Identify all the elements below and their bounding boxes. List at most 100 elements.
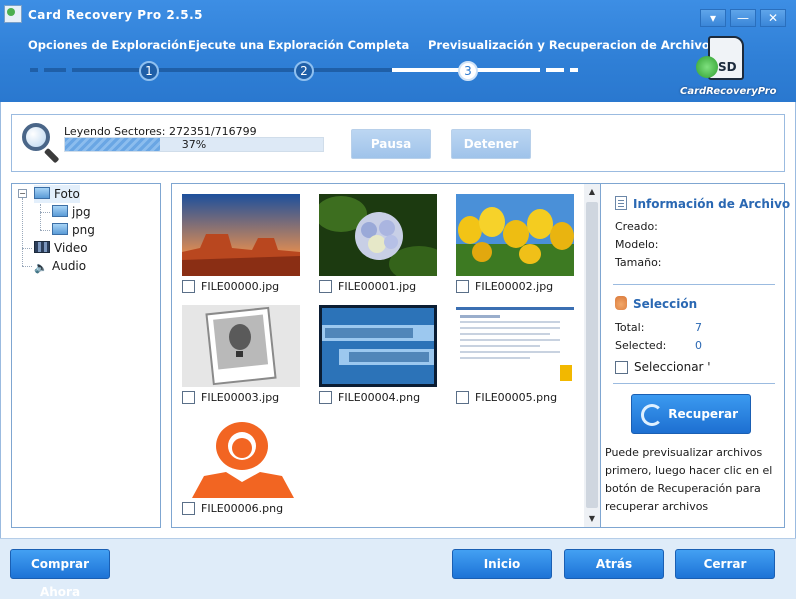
step-3-circle: 3 — [458, 61, 478, 81]
title-bar: Card Recovery Pro 2.5.5 ▾ — ✕ Opciones d… — [0, 0, 796, 102]
file-name: FILE00006.png — [201, 502, 284, 515]
file-thumbnail[interactable]: FILE00000.jpg — [182, 194, 300, 294]
file-info-panel: Información de Archivo Creado: Modelo: T… — [601, 183, 790, 528]
photo-icon — [52, 223, 68, 235]
file-checkbox[interactable] — [319, 391, 332, 404]
pause-button[interactable]: Pausa — [351, 129, 431, 159]
file-thumbnail[interactable]: FILE00005.png — [456, 305, 574, 405]
file-name: FILE00004.png — [338, 391, 421, 404]
step-2-circle: 2 — [294, 61, 314, 81]
tree-item-foto[interactable]: Foto — [34, 185, 80, 203]
divider — [613, 383, 775, 384]
file-caption: FILE00004.png — [319, 391, 420, 405]
created-label: Creado: — [615, 220, 658, 233]
file-thumbnail[interactable]: FILE00006.png — [182, 416, 300, 516]
tree-item-label: jpg — [72, 205, 91, 219]
recovery-arrow-icon — [696, 56, 718, 78]
file-checkbox[interactable] — [456, 280, 469, 293]
step-1-label: Opciones de Exploración — [28, 38, 188, 52]
american-express-image — [319, 305, 437, 387]
brand-name: CardRecoveryPro — [680, 86, 777, 97]
step-2-label: Ejecute una Exploración Completa — [188, 38, 410, 52]
select-all-label: Seleccionar ' — [634, 360, 711, 374]
menu-dropdown-button[interactable]: ▾ — [700, 9, 726, 27]
selected-label: Selected: — [615, 339, 667, 352]
hydrangea-image — [319, 194, 437, 276]
recover-button[interactable]: Recuperar — [631, 394, 751, 434]
divider — [613, 284, 775, 285]
file-caption: FILE00003.jpg — [182, 391, 279, 405]
tree-item-jpg[interactable]: jpg — [52, 203, 91, 221]
stop-button[interactable]: Detener — [451, 129, 531, 159]
selection-heading: Selección — [615, 296, 697, 311]
tree-item-audio[interactable]: Audio — [34, 257, 86, 275]
file-checkbox[interactable] — [456, 391, 469, 404]
magnifier-icon — [22, 123, 62, 164]
tree-connector — [22, 266, 32, 267]
file-checkbox[interactable] — [319, 280, 332, 293]
tree-connector — [22, 198, 23, 266]
file-checkbox[interactable] — [182, 391, 195, 404]
video-icon — [34, 241, 50, 253]
total-value: 7 — [695, 321, 702, 334]
file-type-tree: − Foto jpg png Video Audio — [11, 183, 161, 528]
balloon-photo-image — [182, 305, 300, 387]
tree-item-video[interactable]: Video — [34, 239, 88, 257]
file-thumbnail[interactable]: FILE00001.jpg — [319, 194, 437, 294]
file-caption: FILE00000.jpg — [182, 280, 279, 294]
scan-status-panel: Leyendo Sectores: 272351/716799 37% Paus… — [11, 114, 785, 172]
tree-connector — [40, 204, 41, 230]
tree-connector — [22, 248, 32, 249]
sd-card-text: SD — [718, 60, 737, 74]
recover-label: Recuperar — [668, 407, 738, 421]
file-name: FILE00001.jpg — [338, 280, 417, 293]
scan-progress-text: 37% — [181, 138, 207, 151]
file-thumbnail[interactable]: FILE00002.jpg — [456, 194, 574, 294]
photo-icon — [52, 205, 68, 217]
file-checkbox[interactable] — [182, 502, 195, 515]
scrollbar-thumb[interactable] — [586, 202, 598, 508]
file-caption: FILE00005.png — [456, 391, 557, 405]
tree-connector — [40, 212, 50, 213]
back-button[interactable]: Atrás — [564, 549, 664, 579]
tree-connector — [40, 230, 50, 231]
refresh-icon — [641, 404, 663, 426]
document-icon — [615, 196, 627, 210]
step-1-circle: 1 — [139, 61, 159, 81]
close-window-button[interactable]: ✕ — [760, 9, 786, 27]
main-area: Leyendo Sectores: 272351/716799 37% Paus… — [0, 102, 796, 538]
step-track-dash — [44, 68, 66, 72]
scroll-up-arrow-icon[interactable]: ▲ — [584, 184, 600, 200]
file-thumbnail[interactable]: FILE00003.jpg — [182, 305, 300, 405]
select-all-box[interactable] — [615, 361, 628, 374]
orange-lion-image — [182, 416, 300, 498]
scroll-down-arrow-icon[interactable]: ▼ — [584, 511, 600, 527]
scan-progress-bar: 37% — [64, 137, 324, 152]
home-button[interactable]: Inicio — [452, 549, 552, 579]
selection-title: Selección — [633, 297, 698, 311]
hand-pointer-icon — [615, 296, 627, 310]
file-thumbnail[interactable]: FILE00004.png — [319, 305, 437, 405]
model-label: Modelo: — [615, 238, 659, 251]
thumbnail-scrollbar[interactable]: ▲ ▼ — [584, 184, 600, 527]
file-info-title: Información de Archivo — [633, 197, 791, 211]
file-name: FILE00005.png — [475, 391, 558, 404]
file-checkbox[interactable] — [182, 280, 195, 293]
close-button[interactable]: Cerrar — [675, 549, 775, 579]
select-all-checkbox[interactable]: Seleccionar ' — [615, 360, 711, 374]
tree-item-label: Video — [54, 241, 88, 255]
window-title: Card Recovery Pro 2.5.5 — [28, 8, 204, 22]
minimize-button[interactable]: — — [730, 9, 756, 27]
step-track-dash — [30, 68, 38, 72]
tree-collapse-toggle[interactable]: − — [18, 189, 27, 198]
footer-bar: Comprar Ahora Inicio Atrás Cerrar — [0, 538, 796, 599]
tree-item-label: png — [72, 223, 95, 237]
file-caption: FILE00002.jpg — [456, 280, 553, 294]
buy-now-button[interactable]: Comprar Ahora — [10, 549, 110, 599]
file-name: FILE00003.jpg — [201, 391, 280, 404]
web-page-image — [456, 305, 574, 387]
tree-item-png[interactable]: png — [52, 221, 95, 239]
desert-mesa-image — [182, 194, 300, 276]
total-label: Total: — [615, 321, 645, 334]
tulips-image — [456, 194, 574, 276]
